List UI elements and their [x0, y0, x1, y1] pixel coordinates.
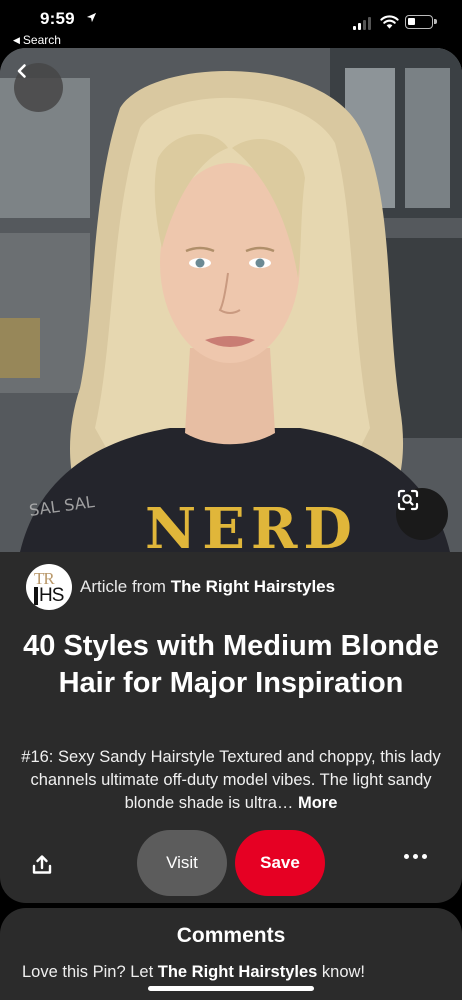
description-text: #16: Sexy Sandy Hairstyle Textured and c…	[21, 748, 441, 812]
back-app-label: Search	[22, 33, 61, 47]
wifi-icon	[380, 15, 399, 29]
source-prefix: Article from	[80, 577, 166, 596]
battery-icon	[405, 15, 437, 29]
pin-description: #16: Sexy Sandy Hairstyle Textured and c…	[20, 746, 442, 815]
pin-title: 40 Styles with Medium Blonde Hair for Ma…	[23, 630, 439, 699]
visit-button[interactable]: Visit	[137, 830, 227, 896]
comments-prompt-name: The Right Hairstyles	[157, 963, 318, 981]
back-button[interactable]	[14, 63, 63, 112]
visual-search-icon	[397, 489, 419, 511]
visual-search-button[interactable]	[396, 488, 448, 540]
source-logo[interactable]: TR HS	[26, 564, 72, 610]
share-icon	[32, 855, 52, 874]
back-to-app-link[interactable]: ◀ Search	[13, 33, 61, 47]
save-button[interactable]: Save	[235, 830, 325, 896]
share-button[interactable]	[28, 851, 56, 879]
location-arrow-icon	[86, 12, 97, 23]
comments-title: Comments	[176, 924, 286, 947]
chevron-left-icon	[17, 64, 26, 78]
more-link[interactable]: More	[298, 794, 337, 812]
pin-image[interactable]: NERD SAL SAL	[0, 48, 462, 552]
logo-text-bottom: HS	[39, 585, 64, 606]
source-row[interactable]: TR HS Article from The Right Hairstyles	[26, 564, 335, 610]
source-name[interactable]: The Right Hairstyles	[171, 577, 335, 596]
source-attribution[interactable]: Article from The Right Hairstyles	[80, 577, 335, 597]
comments-prompt-prefix: Love this Pin? Let	[22, 963, 154, 981]
shirt-text: NERD	[145, 496, 358, 552]
pin-card: NERD SAL SAL TR HS Article from The Righ…	[0, 48, 462, 903]
signal-icon	[353, 16, 371, 30]
comments-prompt-suffix: know!	[321, 963, 366, 981]
status-bar: 9:59 ◀ Search	[0, 0, 462, 48]
back-triangle-icon: ◀	[13, 34, 20, 45]
comments-prompt[interactable]: Love this Pin? Let The Right Hairstyles …	[22, 963, 365, 982]
home-indicator[interactable]	[148, 986, 314, 991]
clock: 9:59	[40, 9, 75, 28]
pin-image-illustration: NERD SAL SAL	[0, 48, 462, 552]
more-dots-icon[interactable]	[404, 854, 427, 859]
